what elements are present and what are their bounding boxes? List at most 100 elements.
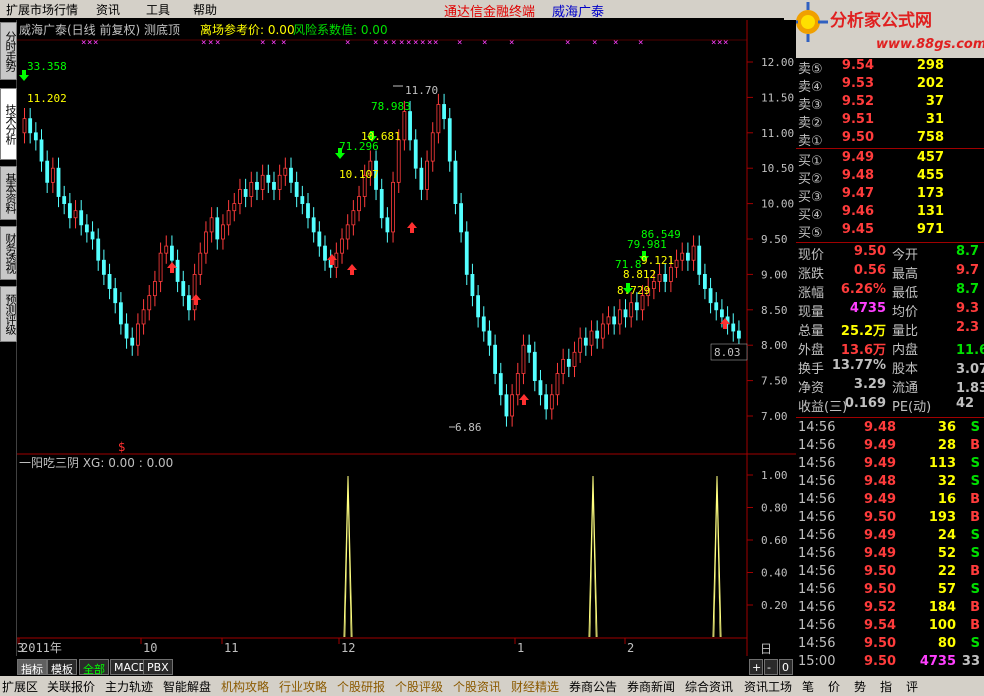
annotation-1: 11.202 bbox=[27, 92, 67, 105]
tab-technical[interactable]: 技术分析 bbox=[0, 88, 17, 160]
tick-price: 9.52 bbox=[864, 600, 897, 615]
tick-time: 14:56 bbox=[798, 528, 836, 543]
tick-side: S bbox=[970, 456, 980, 471]
status-item-5[interactable]: 行业攻略 bbox=[279, 678, 327, 695]
tick-price: 9.54 bbox=[864, 618, 897, 633]
candle-body bbox=[515, 373, 520, 396]
tab-finance[interactable]: 财务透视 bbox=[0, 226, 17, 280]
tick-row: 14:56 9.49 28 B bbox=[796, 438, 984, 456]
svg-text:www.88gs.com: www.88gs.com bbox=[876, 37, 984, 52]
stat-label: 外盘 bbox=[798, 343, 825, 358]
left-tab-strip: 分时走势 技术分析 基本资料 财务透视 预测评级 bbox=[0, 20, 17, 656]
status-item-6[interactable]: 个股研报 bbox=[337, 678, 385, 695]
candle-body bbox=[470, 273, 475, 297]
candle-body bbox=[617, 309, 622, 325]
stat-row: 总量 25.2万 量比 2.3 bbox=[796, 320, 984, 339]
candle-body bbox=[226, 210, 231, 226]
promo-terminal[interactable]: 通达信金融终端 bbox=[444, 1, 535, 20]
status-right-3[interactable]: 势 bbox=[854, 678, 866, 695]
menu-news[interactable]: 资讯 bbox=[96, 1, 120, 18]
candle-body bbox=[306, 203, 310, 219]
status-item-11[interactable]: 券商新闻 bbox=[627, 678, 675, 695]
zoom-reset-button[interactable]: 0 bbox=[779, 659, 793, 675]
quote-price: 9.51 bbox=[841, 112, 874, 127]
candle-body bbox=[260, 174, 265, 190]
status-item-1[interactable]: 关联报价 bbox=[47, 678, 95, 695]
tick-row: 14:56 9.49 52 S bbox=[796, 546, 984, 564]
stat-value: 2.3 bbox=[956, 320, 980, 335]
candle-body bbox=[425, 160, 429, 190]
candle-body bbox=[232, 203, 237, 212]
candle-body bbox=[113, 288, 118, 304]
tick-volume: 16 bbox=[937, 492, 956, 507]
status-item-9[interactable]: 财经精选 bbox=[511, 678, 559, 695]
sub-tick-label: 0.40 bbox=[761, 567, 788, 580]
status-item-12[interactable]: 综合资讯 bbox=[685, 678, 733, 695]
candle-body bbox=[498, 373, 503, 396]
tab-basic-info[interactable]: 基本资料 bbox=[0, 166, 17, 220]
quote-volume: 758 bbox=[916, 130, 944, 145]
candle-body bbox=[300, 196, 305, 205]
status-right-1[interactable]: 笔 bbox=[802, 678, 814, 695]
kline-svg[interactable]: 33.35811.20278.98371.29610.68110.10786.5… bbox=[16, 20, 796, 656]
sub-tick-label: 0.80 bbox=[761, 502, 788, 515]
tick-time: 14:56 bbox=[798, 636, 836, 651]
candle-body bbox=[96, 238, 101, 261]
candle-body bbox=[277, 174, 282, 190]
status-right-0[interactable]: 资讯工场 bbox=[744, 678, 792, 695]
candle-body bbox=[720, 309, 724, 318]
candle-body bbox=[73, 210, 78, 219]
candle-body bbox=[680, 252, 685, 261]
annotation-2: 78.983 bbox=[371, 100, 411, 113]
top-marker: × bbox=[81, 38, 86, 48]
candle-body bbox=[187, 295, 191, 311]
status-right-5[interactable]: 评 bbox=[906, 678, 918, 695]
top-marker: × bbox=[215, 38, 220, 48]
quote-volume: 31 bbox=[925, 112, 944, 127]
tick-volume: 57 bbox=[937, 582, 956, 597]
menu-help[interactable]: 帮助 bbox=[193, 1, 217, 18]
top-marker: × bbox=[711, 38, 716, 48]
stat-label: PE(动) bbox=[892, 400, 932, 415]
tab-pbx[interactable]: PBX bbox=[143, 659, 173, 675]
status-item-0[interactable]: 扩展区 bbox=[2, 678, 38, 695]
top-marker: × bbox=[345, 38, 350, 48]
candle-body bbox=[561, 358, 566, 374]
ask-row: 卖① 9.50 758 bbox=[796, 130, 984, 149]
tick-side: S bbox=[970, 474, 980, 489]
status-item-7[interactable]: 个股评级 bbox=[395, 678, 443, 695]
tab-intraday[interactable]: 分时走势 bbox=[0, 22, 17, 80]
zoom-out-button[interactable]: - bbox=[764, 659, 778, 675]
status-right-4[interactable]: 指 bbox=[880, 678, 892, 695]
status-item-3[interactable]: 智能解盘 bbox=[163, 678, 211, 695]
tab-template[interactable]: 模板 bbox=[47, 659, 77, 676]
price-tick-label: 7.00 bbox=[761, 410, 788, 423]
promo-stock[interactable]: 威海广泰 bbox=[552, 1, 604, 20]
status-item-10[interactable]: 券商公告 bbox=[569, 678, 617, 695]
tick-time: 15:00 bbox=[798, 654, 836, 669]
stat-row: 涨幅 6.26% 最低 8.7 bbox=[796, 282, 984, 301]
tab-indicator[interactable]: 指标 bbox=[17, 659, 47, 676]
status-item-8[interactable]: 个股资讯 bbox=[453, 678, 501, 695]
stat-label: 最低 bbox=[892, 286, 919, 301]
menu-tools[interactable]: 工具 bbox=[146, 1, 170, 18]
tick-row: 14:56 9.52 184 B bbox=[796, 600, 984, 618]
status-item-2[interactable]: 主力轨迹 bbox=[105, 678, 153, 695]
tab-rating[interactable]: 预测评级 bbox=[0, 286, 17, 342]
price-tick-label: 12.00 bbox=[761, 56, 794, 69]
tab-all[interactable]: 全部 bbox=[79, 659, 109, 676]
tick-time: 14:56 bbox=[798, 564, 836, 579]
candle-body bbox=[294, 181, 299, 197]
kline-chart-area[interactable]: 33.358 11.202 78.983 71.296 10.681 10.107 86.5… bbox=[16, 20, 796, 656]
menu-market[interactable]: 扩展市场行情 bbox=[6, 1, 78, 18]
top-marker: × bbox=[260, 38, 265, 48]
stat-label: 股本 bbox=[892, 362, 919, 377]
period-label[interactable]: 日 bbox=[760, 642, 772, 656]
bid-row: 买⑤ 9.45 971 bbox=[796, 222, 984, 241]
quote-label: 卖④ bbox=[798, 80, 823, 95]
zoom-in-button[interactable]: + bbox=[749, 659, 763, 675]
stat-value: 8.7 bbox=[956, 282, 980, 297]
status-right-2[interactable]: 价 bbox=[828, 678, 840, 695]
status-item-4[interactable]: 机构攻略 bbox=[221, 678, 269, 695]
quote-volume: 971 bbox=[916, 222, 944, 237]
